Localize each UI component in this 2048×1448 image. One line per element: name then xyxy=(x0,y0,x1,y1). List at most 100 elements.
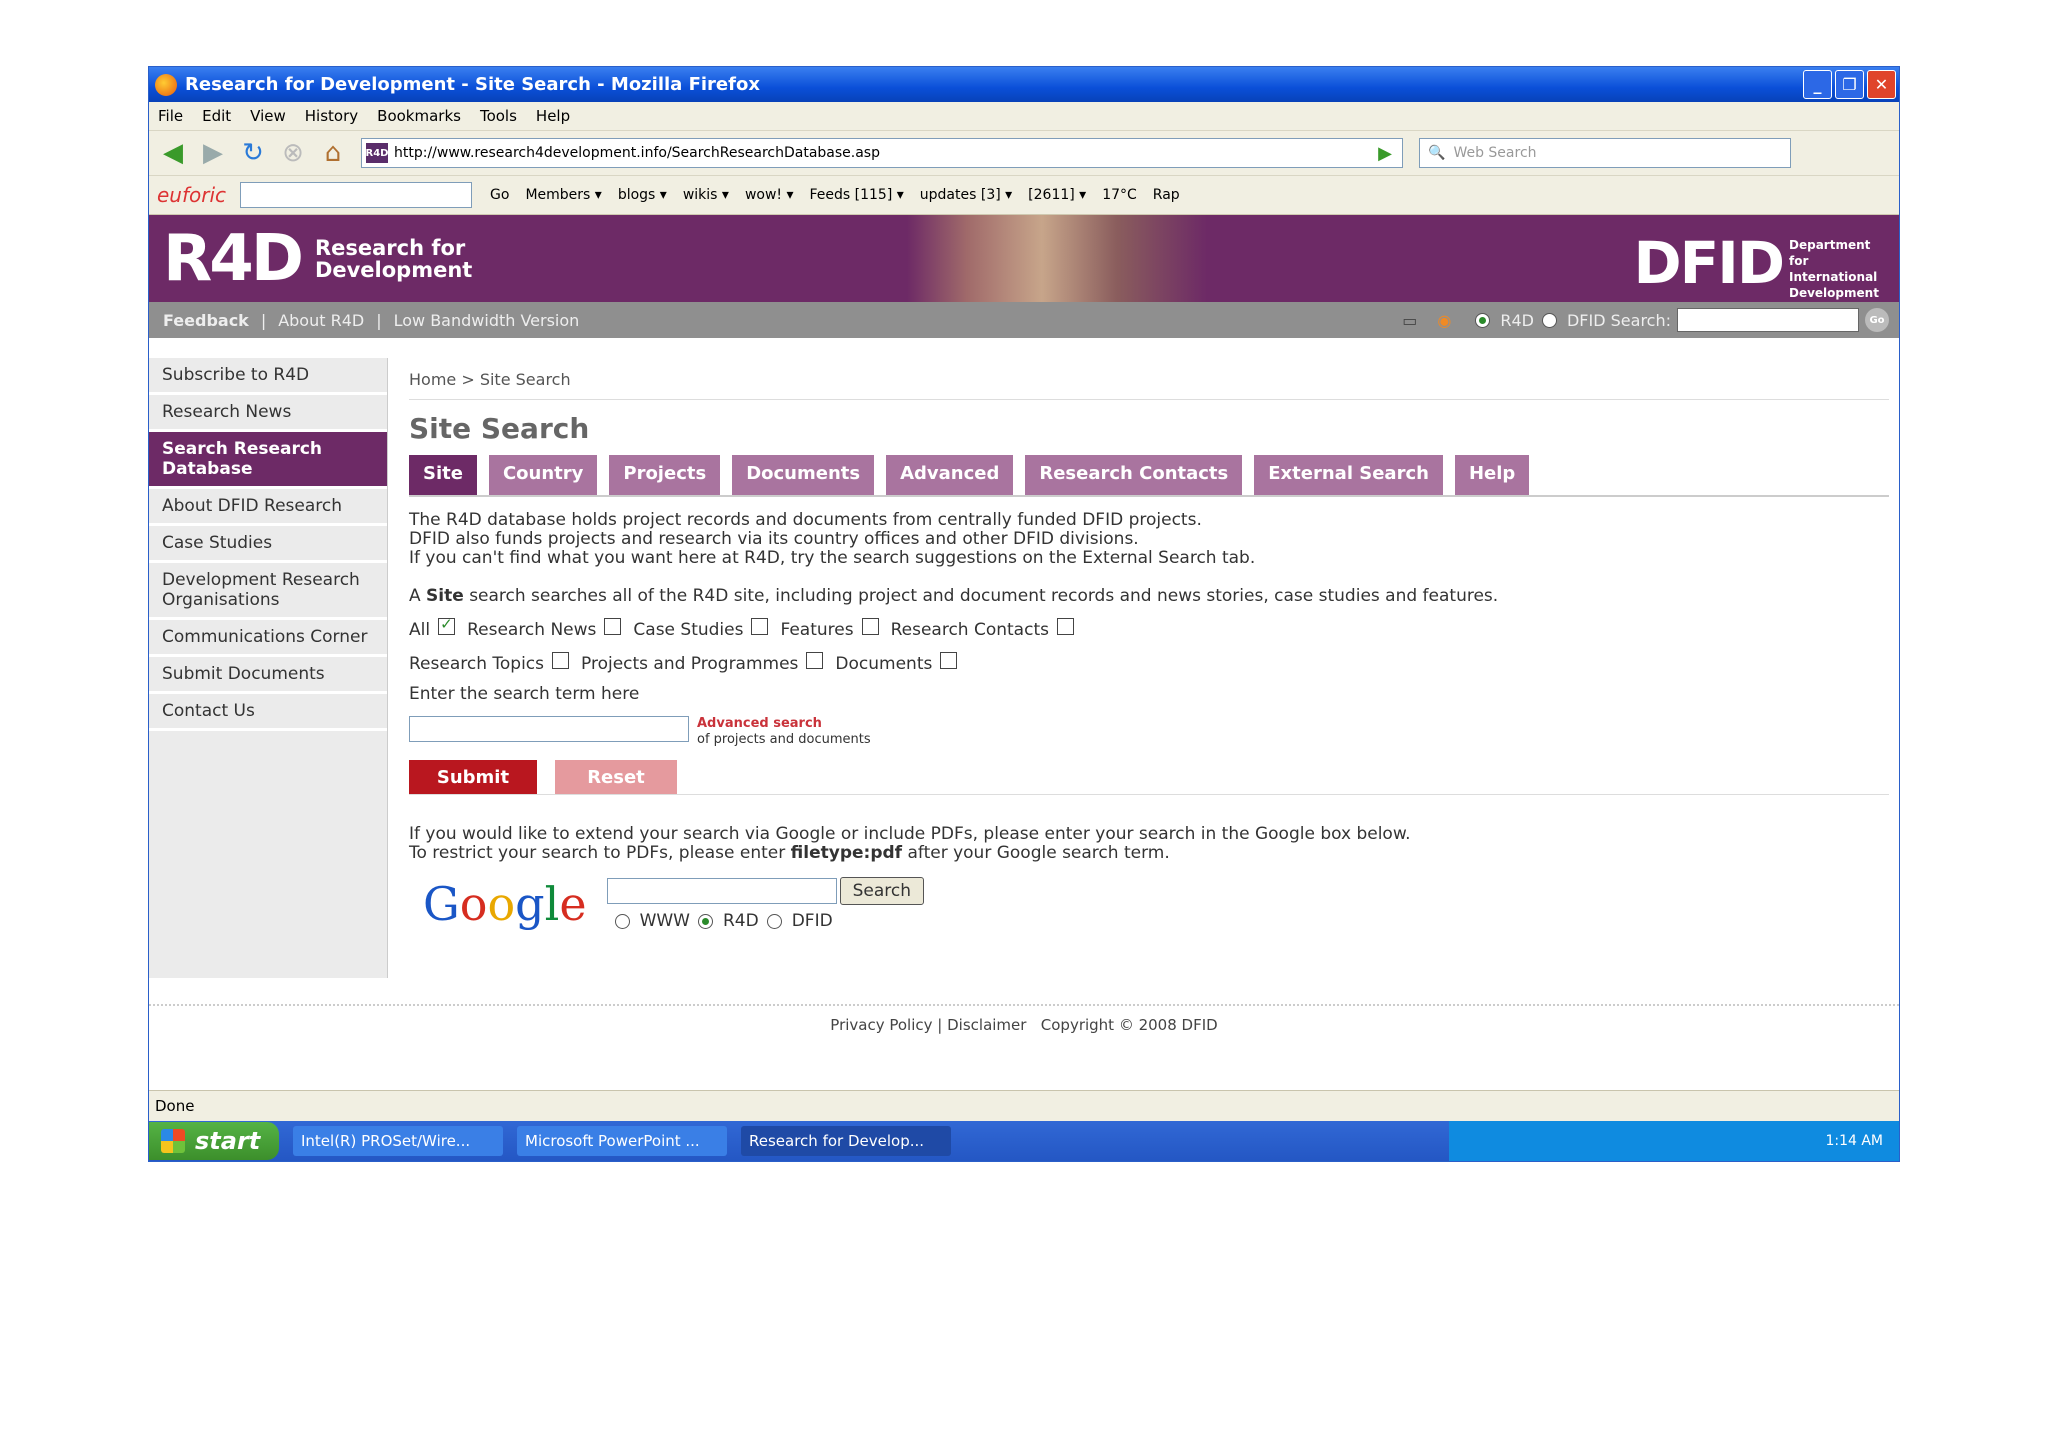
r4d-scope-radio[interactable] xyxy=(698,913,713,929)
sidebar-item-subscribe[interactable]: Subscribe to R4D xyxy=(149,358,387,395)
usb-icon[interactable]: ▭ xyxy=(1402,311,1417,330)
toolbar-blogs[interactable]: blogs ▾ xyxy=(618,187,667,203)
r4d-logo[interactable]: R4D xyxy=(163,222,304,296)
tab-research-contacts[interactable]: Research Contacts xyxy=(1025,455,1243,495)
site-banner: R4D Research for Development DFID Depart… xyxy=(149,215,1899,302)
toolbar-updates[interactable]: updates [3] ▾ xyxy=(920,187,1012,203)
home-icon[interactable]: ⌂ xyxy=(317,137,349,169)
minimize-button[interactable]: _ xyxy=(1803,70,1832,99)
rss-icon[interactable]: ◉ xyxy=(1437,311,1451,330)
go-arrow-icon[interactable]: ▶ xyxy=(1378,143,1392,164)
status-bar: Done xyxy=(149,1090,1899,1121)
tab-documents[interactable]: Documents xyxy=(732,455,875,495)
google-search-input[interactable] xyxy=(606,878,837,904)
dfid-logo[interactable]: DFID xyxy=(1634,229,1785,297)
menu-edit[interactable]: Edit xyxy=(202,107,231,125)
features-label: Features xyxy=(780,620,854,640)
web-search-field[interactable]: 🔍 Web Search xyxy=(1419,138,1791,168)
sidebar-item-search-database[interactable]: Search Research Database xyxy=(149,432,387,489)
back-icon[interactable]: ◀ xyxy=(157,137,189,169)
sidebar-item-about-dfid-research[interactable]: About DFID Research xyxy=(149,489,387,526)
web-search-placeholder: Web Search xyxy=(1453,145,1537,161)
euforic-logo[interactable]: euforic xyxy=(157,183,226,207)
documents-checkbox[interactable] xyxy=(940,651,958,669)
r4d-radio[interactable] xyxy=(1475,312,1491,328)
dfid-radio[interactable] xyxy=(1541,312,1557,328)
euforic-toolbar: euforic Go Members ▾ blogs ▾ wikis ▾ wow… xyxy=(149,176,1899,215)
about-link[interactable]: About R4D xyxy=(278,311,364,330)
research-contacts-checkbox[interactable] xyxy=(1056,617,1074,635)
dfid-search-input[interactable] xyxy=(1677,308,1859,332)
tab-projects[interactable]: Projects xyxy=(609,455,721,495)
case-studies-checkbox[interactable] xyxy=(751,617,769,635)
toolbar-search-input[interactable] xyxy=(240,182,473,208)
low-bandwidth-link[interactable]: Low Bandwidth Version xyxy=(394,311,580,330)
sidebar: Subscribe to R4D Research News Search Re… xyxy=(149,358,388,978)
feedback-link[interactable]: Feedback xyxy=(163,311,249,330)
privacy-link[interactable]: Privacy Policy xyxy=(830,1016,932,1034)
tab-site[interactable]: Site xyxy=(409,455,477,495)
google-logo[interactable]: Google xyxy=(423,877,587,931)
google-search-button[interactable]: Search xyxy=(839,877,924,905)
dfid-subtitle: Department for International Development xyxy=(1789,238,1879,300)
dfid-scope-radio[interactable] xyxy=(766,913,782,929)
stop-icon[interactable]: ⊗ xyxy=(277,137,309,169)
toolbar-go[interactable]: Go xyxy=(490,187,509,203)
checkbox-row-1: All Research News Case Studies Features … xyxy=(409,615,1889,640)
tab-advanced[interactable]: Advanced xyxy=(886,455,1014,495)
menu-help[interactable]: Help xyxy=(536,107,570,125)
research-news-checkbox[interactable] xyxy=(604,617,622,635)
breadcrumb[interactable]: Home > Site Search xyxy=(409,370,1889,400)
projects-checkbox[interactable] xyxy=(806,651,824,669)
forward-icon[interactable]: ▶ xyxy=(197,137,229,169)
tab-help[interactable]: Help xyxy=(1454,455,1530,495)
url-text: http://www.research4development.info/Sea… xyxy=(394,145,880,161)
menu-history[interactable]: History xyxy=(305,107,358,125)
toolbar-members[interactable]: Members ▾ xyxy=(525,187,601,203)
footer-divider xyxy=(149,1004,1899,1006)
toolbar-radio[interactable]: Rap xyxy=(1153,187,1180,203)
maximize-button[interactable]: ❐ xyxy=(1835,70,1864,99)
sidebar-item-submit-documents[interactable]: Submit Documents xyxy=(149,657,387,694)
toolbar-feeds[interactable]: Feeds [115] ▾ xyxy=(810,187,904,203)
sidebar-item-communications[interactable]: Communications Corner xyxy=(149,620,387,657)
research-topics-checkbox[interactable] xyxy=(552,651,569,669)
google-form: Search WWW R4D DFID xyxy=(606,877,924,931)
taskbar-item-intel[interactable]: Intel(R) PROSet/Wire... xyxy=(293,1126,503,1156)
reset-button[interactable]: Reset xyxy=(555,760,677,794)
tab-external-search[interactable]: External Search xyxy=(1254,455,1443,495)
disclaimer-link[interactable]: Disclaimer xyxy=(947,1016,1026,1034)
all-checkbox[interactable] xyxy=(438,615,456,635)
taskbar-item-powerpoint[interactable]: Microsoft PowerPoint ... xyxy=(517,1126,727,1156)
start-button[interactable]: start xyxy=(149,1122,279,1160)
clock[interactable]: 1:14 AM xyxy=(1825,1133,1883,1149)
reload-icon[interactable]: ↻ xyxy=(237,137,269,169)
features-checkbox[interactable] xyxy=(861,617,879,635)
sidebar-item-research-news[interactable]: Research News xyxy=(149,395,387,432)
all-label: All xyxy=(409,620,431,640)
toolbar-wikis[interactable]: wikis ▾ xyxy=(683,187,729,203)
menu-file[interactable]: File xyxy=(158,107,183,125)
toolbar-wow[interactable]: wow! ▾ xyxy=(745,187,794,203)
start-label: start xyxy=(195,1127,261,1155)
address-bar[interactable]: R4D http://www.research4development.info… xyxy=(361,138,1403,168)
dfid-go-button[interactable]: Go xyxy=(1865,308,1889,332)
search-input[interactable] xyxy=(409,716,689,742)
checkbox-row-2: Research Topics Projects and Programmes … xyxy=(409,651,1889,674)
menu-view[interactable]: View xyxy=(250,107,286,125)
menu-bookmarks[interactable]: Bookmarks xyxy=(377,107,461,125)
menu-tools[interactable]: Tools xyxy=(480,107,517,125)
page-title: Site Search xyxy=(409,412,590,445)
submit-button[interactable]: Submit xyxy=(409,760,537,794)
main-panel: Home > Site Search Site Search Site Coun… xyxy=(409,358,1889,931)
sidebar-item-case-studies[interactable]: Case Studies xyxy=(149,526,387,563)
tab-country[interactable]: Country xyxy=(488,455,598,495)
advanced-search-link[interactable]: Advanced search xyxy=(697,716,871,732)
toolbar-mail[interactable]: [2611] ▾ xyxy=(1028,187,1086,203)
close-button[interactable]: ✕ xyxy=(1867,70,1896,99)
sidebar-item-development-orgs[interactable]: Development Research Organisations xyxy=(149,563,387,620)
www-radio[interactable] xyxy=(614,913,630,929)
sidebar-item-contact[interactable]: Contact Us xyxy=(149,694,387,731)
taskbar-item-firefox[interactable]: Research for Develop... xyxy=(741,1126,951,1156)
site-search-description: A Site search searches all of the R4D si… xyxy=(409,586,1889,606)
